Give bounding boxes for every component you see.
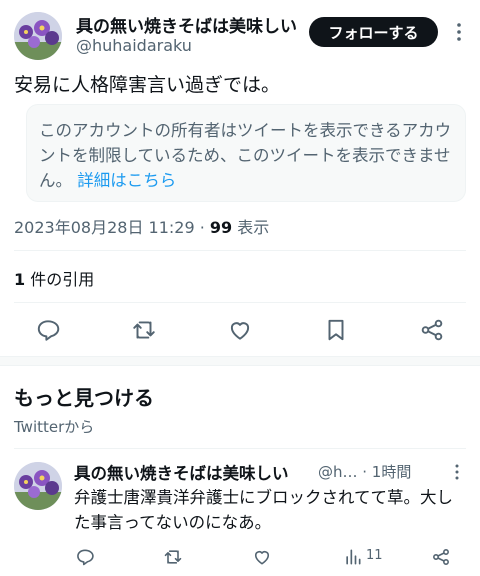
recommended-views-count: 11 [366,548,383,563]
tweet-header: 具の無い焼きそばは美味しい @huhaidaraku フォローする [0,0,480,66]
recommended-author-avatar[interactable] [14,462,62,510]
divider [14,448,466,449]
quote-count-row[interactable]: 1 件の引用 [14,266,94,290]
more-icon[interactable] [450,21,468,43]
author-avatar[interactable] [14,12,62,60]
discover-subtitle: Twitterから [14,418,95,436]
discover-title: もっと見つける [14,386,154,410]
divider [14,302,466,303]
tweet-text: 安易に人格障害言い過ぎでは。 [14,74,281,96]
views-label: 表示 [237,218,270,237]
like-icon[interactable] [227,317,253,343]
quote-count: 1 [14,270,26,289]
recommended-handle-time[interactable]: @h… · 1時間 [318,461,411,482]
retweet-icon[interactable] [131,317,157,343]
share-icon[interactable] [431,547,451,567]
share-icon[interactable] [419,317,445,343]
quote-count-label: 件の引用 [30,270,95,289]
reply-icon[interactable] [35,317,61,343]
author-display-name[interactable]: 具の無い焼きそばは美味しい [76,12,302,37]
follow-button[interactable]: フォローする [309,17,438,47]
author-handle[interactable]: @huhaidaraku [76,36,192,55]
meta-separator: · [199,218,205,237]
recommended-display-name[interactable]: 具の無い焼きそばは美味しい [74,460,289,484]
views-count: 99 [209,218,233,237]
tweet-timestamp[interactable]: 2023年08月28日 11:29 [14,218,195,237]
like-icon[interactable] [252,547,272,567]
tweet-meta: 2023年08月28日 11:29 · 99 表示 [14,214,269,238]
retweet-icon[interactable] [163,547,183,567]
bookmark-icon[interactable] [323,317,349,343]
more-icon[interactable] [450,462,464,482]
learn-more-link[interactable]: 詳細はこちら [77,171,176,190]
divider [14,250,466,251]
quoted-notice: このアカウントの所有者はツイートを表示できるアカウントを制限しているため、このツ… [39,118,459,193]
section-separator [0,356,480,366]
views-icon[interactable] [343,547,363,567]
reply-icon[interactable] [75,547,95,567]
quoted-tweet-unavailable: このアカウントの所有者はツイートを表示できるアカウントを制限しているため、このツ… [26,104,466,202]
recommended-tweet-text: 弁護士唐澤貴洋弁護士にブロックされてて草。大した事言ってないのになあ。 [74,488,454,532]
